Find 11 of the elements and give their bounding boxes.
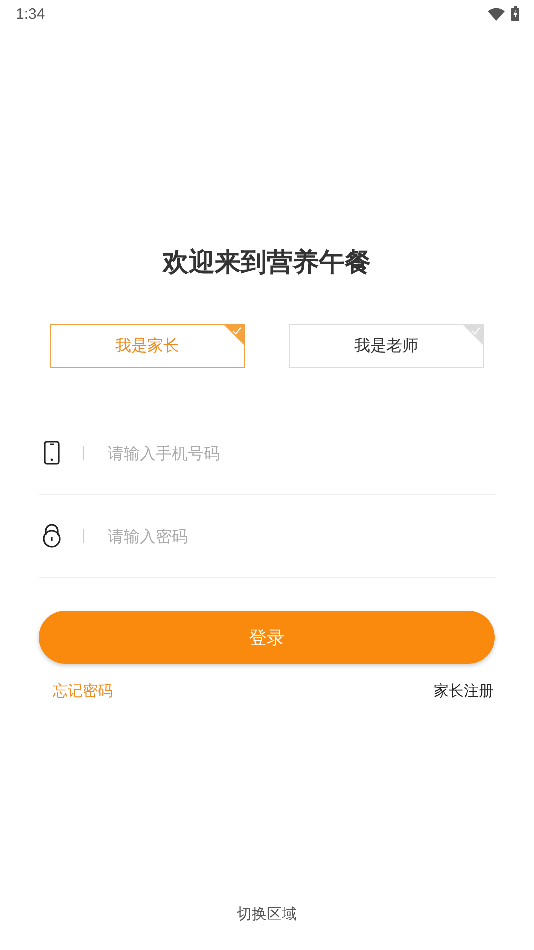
check-corner-icon [463,325,483,345]
wifi-icon [488,8,505,20]
switch-region-link[interactable]: 切换区域 [237,905,297,923]
phone-icon [44,441,60,465]
battery-icon [511,6,520,22]
check-corner-icon [224,325,244,345]
welcome-title: 欢迎来到营养午餐 [162,247,372,280]
lock-icon [41,524,63,548]
register-link[interactable]: 家长注册 [434,682,494,701]
role-option[interactable]: 我是老师 [289,324,484,368]
status-time: 1:34 [16,6,46,22]
